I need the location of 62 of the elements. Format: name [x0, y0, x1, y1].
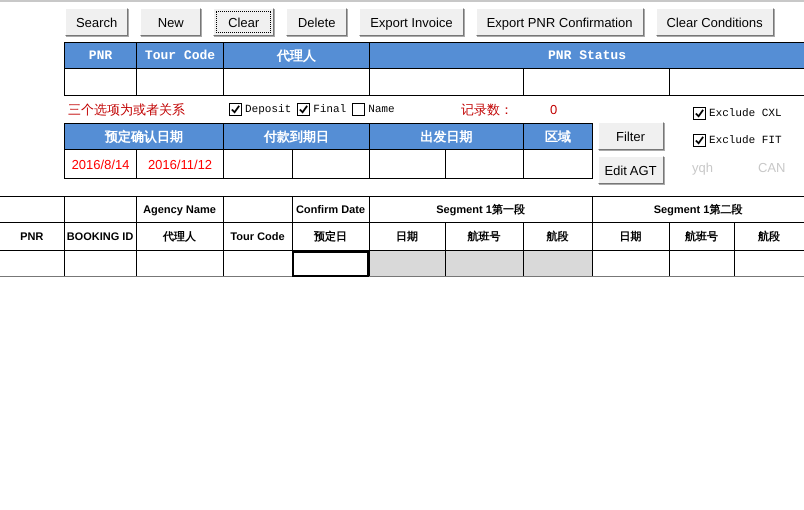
column-header: 预定日: [292, 222, 369, 250]
checkbox[interactable]: [693, 107, 706, 120]
column-header: BOOKING ID: [64, 222, 136, 250]
column-header: PNR: [0, 222, 64, 250]
column-header: Tour Code: [136, 42, 224, 68]
column-header: 区域: [524, 124, 592, 150]
input-field[interactable]: [64, 68, 136, 96]
input-field[interactable]: [524, 150, 592, 178]
note-text: 三个选项为或者关系: [67, 100, 186, 118]
record-count: 0: [549, 102, 558, 117]
edit-button[interactable]: Edit AGT: [598, 156, 664, 184]
checkbox[interactable]: [693, 134, 706, 147]
column-header: Agency Name: [136, 196, 223, 222]
column-header: 日期: [592, 222, 670, 250]
input-field[interactable]: [224, 150, 292, 178]
input-field[interactable]: [370, 68, 524, 96]
table-cell[interactable]: [369, 250, 445, 276]
toolbar-button[interactable]: Clear: [213, 8, 274, 36]
column-header: 付款到期日: [224, 124, 370, 150]
checkbox-label: Final: [313, 104, 346, 116]
date-field[interactable]: 2016/11/12: [136, 150, 224, 178]
column-header: 代理人: [224, 42, 370, 68]
column-header: PNR: [64, 42, 136, 68]
input-field[interactable]: [524, 68, 670, 96]
input-field[interactable]: [292, 150, 370, 178]
column-header: Tour Code: [223, 222, 292, 250]
checkbox-label: Exclude FIT: [709, 134, 782, 146]
table-cell[interactable]: [136, 250, 223, 276]
group-header: Segment 1第二段: [592, 196, 804, 222]
table-cell[interactable]: [0, 250, 64, 276]
input-field[interactable]: [370, 150, 446, 178]
table-cell[interactable]: [445, 250, 523, 276]
checkbox[interactable]: [229, 103, 242, 116]
table-cell[interactable]: [64, 250, 136, 276]
checkbox-label: Exclude CXL: [709, 108, 782, 120]
column-header: 航班号: [669, 222, 734, 250]
table-cell[interactable]: [292, 250, 369, 276]
checkbox[interactable]: [352, 103, 366, 116]
checkbox-label: Name: [368, 104, 395, 116]
input-field[interactable]: [136, 68, 224, 96]
column-header: 预定确认日期: [64, 124, 224, 150]
table-cell[interactable]: [523, 250, 592, 276]
toolbar-button[interactable]: New: [140, 8, 202, 36]
toolbar-button[interactable]: Export PNR Confirmation: [476, 8, 644, 36]
group-header: Segment 1第一段: [369, 196, 592, 222]
record-count-label: 记录数：: [460, 100, 514, 118]
checkbox[interactable]: [297, 103, 310, 116]
input-field[interactable]: [224, 68, 370, 96]
column-header: PNR Status: [370, 42, 804, 68]
checkbox-label: Deposit: [245, 104, 292, 116]
toolbar-button[interactable]: Delete: [286, 8, 348, 36]
column-header: 代理人: [136, 222, 223, 250]
toolbar-button[interactable]: Clear Conditions: [656, 8, 774, 36]
column-header: 出发日期: [370, 124, 524, 150]
toolbar-button[interactable]: Export Invoice: [359, 8, 464, 36]
input-field[interactable]: [446, 150, 524, 178]
table-cell[interactable]: [592, 250, 670, 276]
table-cell[interactable]: [669, 250, 734, 276]
date-field[interactable]: 2016/8/14: [64, 150, 136, 178]
column-header: Confirm Date: [292, 196, 369, 222]
filter-button[interactable]: Filter: [598, 122, 664, 150]
toolbar-button[interactable]: Search: [65, 8, 128, 36]
